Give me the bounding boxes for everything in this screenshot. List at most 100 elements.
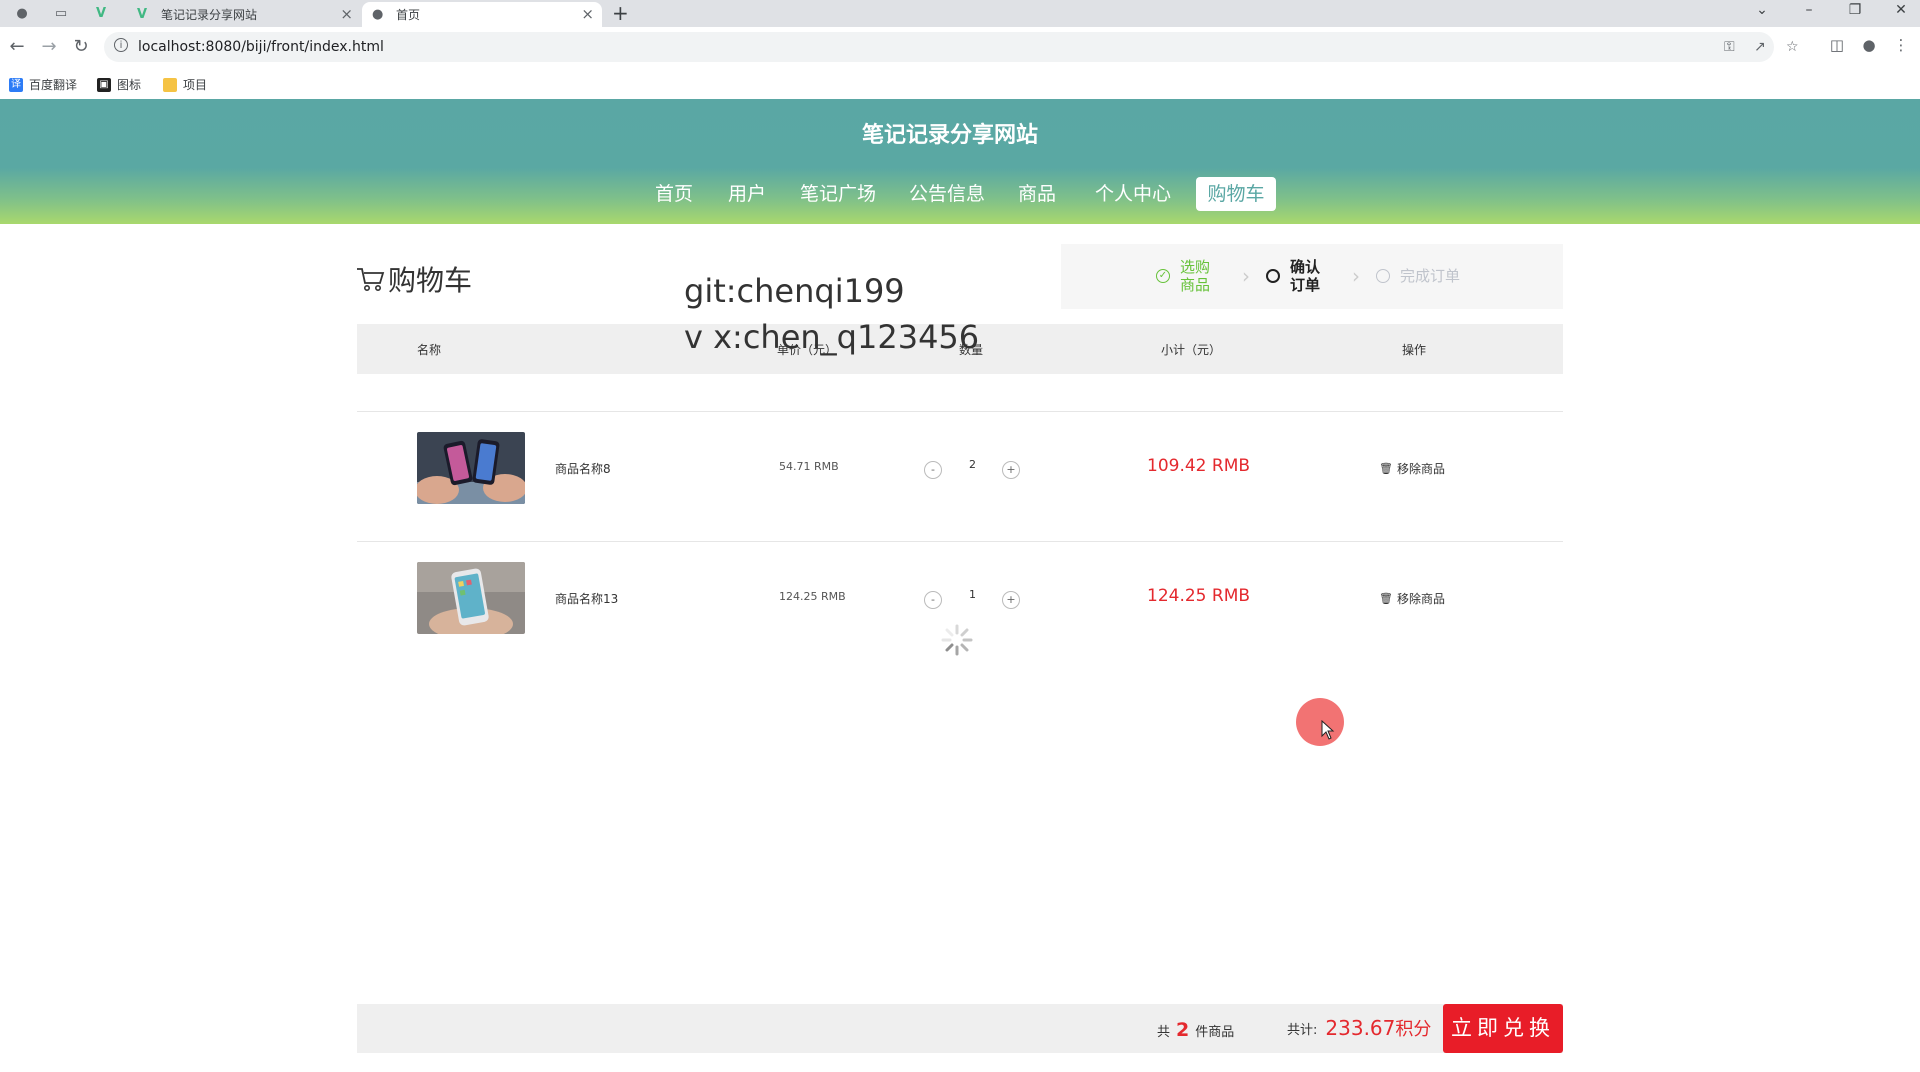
reload-icon[interactable]: ↻	[70, 36, 92, 57]
column-header-subtotal: 小计（元）	[1161, 343, 1222, 357]
product-name[interactable]: 商品名称8	[555, 460, 611, 477]
key-icon[interactable]: ⚿	[1724, 39, 1735, 55]
increase-qty-button[interactable]: +	[1002, 461, 1020, 479]
cart-icon	[357, 268, 385, 291]
menu-item-products[interactable]: 商品	[1008, 177, 1066, 211]
product-image[interactable]	[417, 432, 525, 504]
menu-item-profile[interactable]: 个人中心	[1085, 177, 1181, 211]
bookmark-item[interactable]: 译 百度翻译	[9, 76, 77, 93]
unit-price: 124.25 RMB	[779, 590, 846, 603]
bookmark-item[interactable]: ▣ 图标	[97, 76, 141, 93]
circle-icon	[1376, 269, 1390, 283]
blank-tab-icon[interactable]: ▭	[52, 4, 70, 22]
minimize-button[interactable]: –	[1797, 2, 1821, 18]
loading-spinner-icon	[941, 624, 973, 656]
browser-tab-bar: ● ▭ V V 笔记记录分享网站 × ● 首页 × + ⌄ – ❐ ✕	[0, 0, 1920, 27]
mouse-cursor-icon	[1321, 720, 1335, 740]
bookmarks-bar: 译 百度翻译 ▣ 图标 项目	[0, 68, 1920, 100]
bookmark-label: 项目	[183, 78, 208, 92]
total-unit: 积分	[1395, 1019, 1432, 1040]
product-name[interactable]: 商品名称13	[555, 590, 618, 607]
globe-icon: ●	[372, 7, 384, 22]
column-header-actions: 操作	[1402, 343, 1427, 357]
item-count: 共 2 件商品	[1157, 1019, 1234, 1041]
trash-icon: 🗑	[1379, 592, 1393, 605]
redeem-now-button[interactable]: 立即兑换	[1443, 1004, 1563, 1053]
remove-item-button[interactable]: 🗑 移除商品	[1379, 590, 1445, 607]
restore-button[interactable]: ❐	[1843, 2, 1867, 18]
address-bar[interactable]: i localhost:8080/biji/front/index.html ⚿…	[104, 32, 1799, 62]
quantity-value: 2	[969, 458, 976, 471]
tab-title: 首页	[396, 8, 421, 22]
menu-item-home[interactable]: 首页	[645, 177, 703, 211]
watermark-line: git:chenqi199	[684, 272, 905, 310]
translate-icon: 译	[9, 77, 23, 92]
subtotal: 109.42 RMB	[1147, 456, 1251, 476]
page-title: 购物车	[356, 259, 472, 299]
bookmark-item[interactable]: 项目	[163, 76, 207, 93]
browser-tab[interactable]: V 笔记记录分享网站 ×	[127, 2, 361, 27]
remove-item-button[interactable]: 🗑 移除商品	[1379, 460, 1445, 477]
image-icon: ▣	[97, 77, 111, 92]
step-label: 订单	[1290, 276, 1321, 294]
decrease-qty-button[interactable]: -	[924, 461, 942, 479]
total-value: 233.67积分	[1325, 1015, 1431, 1041]
main-menu: 首页 用户 笔记广场 公告信息 商品 个人中心 购物车	[0, 177, 1920, 211]
step-complete-order: 完成订单	[1376, 267, 1460, 285]
vue-logo-icon: V	[137, 7, 148, 22]
unit-price: 54.71 RMB	[779, 460, 839, 473]
tab-search-icon[interactable]: ⌄	[1750, 2, 1774, 18]
step-label: 完成订单	[1400, 267, 1461, 285]
remove-label: 移除商品	[1396, 462, 1445, 476]
folder-icon	[163, 77, 177, 92]
step-label: 商品	[1180, 276, 1211, 294]
share-icon[interactable]: ↗	[1754, 39, 1766, 55]
cart-summary-bar: 共 2 件商品 共计: 233.67积分 立即兑换	[357, 1004, 1563, 1053]
url-text: localhost:8080/biji/front/index.html	[138, 39, 384, 55]
order-steps: ✓ 选购 商品 › 确认 订单 › 完成订单	[1061, 244, 1563, 309]
menu-item-notes[interactable]: 笔记广场	[790, 177, 886, 211]
more-menu-icon[interactable]: ⋮	[1890, 36, 1912, 54]
menu-item-cart[interactable]: 购物车	[1196, 177, 1276, 211]
menu-item-users[interactable]: 用户	[718, 177, 776, 211]
remove-label: 移除商品	[1396, 592, 1445, 606]
decrease-qty-button[interactable]: -	[924, 591, 942, 609]
side-panel-icon[interactable]: ◫	[1826, 36, 1848, 54]
close-window-button[interactable]: ✕	[1889, 2, 1913, 18]
profile-icon[interactable]: ●	[1858, 36, 1880, 54]
step-label: 确认	[1290, 258, 1321, 276]
chevron-right-icon: ›	[1352, 264, 1360, 288]
trash-icon: 🗑	[1379, 462, 1393, 475]
bookmark-label: 百度翻译	[29, 78, 78, 92]
count-number: 2	[1176, 1019, 1190, 1041]
subtotal: 124.25 RMB	[1147, 586, 1251, 606]
table-row: 商品名称8 54.71 RMB - 2 + 109.42 RMB 🗑 移除商品	[357, 412, 1563, 540]
total-amount: 共计: 233.67积分	[1287, 1015, 1431, 1041]
site-title: 笔记记录分享网站	[861, 123, 1038, 148]
tab-title: 笔记记录分享网站	[161, 8, 258, 22]
globe-icon[interactable]: ●	[13, 4, 31, 22]
site-header: 笔记记录分享网站 首页 用户 笔记广场 公告信息 商品 个人中心 购物车	[0, 99, 1920, 224]
browser-toolbar: ← → ↻ i localhost:8080/biji/front/index.…	[0, 27, 1920, 68]
star-icon[interactable]: ☆	[1786, 39, 1799, 55]
circle-icon	[1266, 269, 1280, 283]
check-circle-icon: ✓	[1156, 269, 1170, 283]
cursor-highlight	[1296, 698, 1344, 746]
forward-arrow-icon[interactable]: →	[38, 36, 60, 57]
increase-qty-button[interactable]: +	[1002, 591, 1020, 609]
step-label: 选购	[1180, 258, 1211, 276]
menu-item-announcements[interactable]: 公告信息	[899, 177, 995, 211]
close-icon[interactable]: ×	[340, 5, 353, 23]
vue-logo-icon[interactable]: V	[92, 4, 110, 22]
browser-tab-active[interactable]: ● 首页 ×	[362, 2, 602, 27]
close-icon[interactable]: ×	[581, 5, 594, 23]
step-select-goods: ✓ 选购 商品	[1156, 258, 1210, 294]
total-number: 233.67	[1325, 1016, 1396, 1040]
info-icon[interactable]: i	[114, 38, 128, 52]
product-image[interactable]	[417, 562, 525, 634]
page-title-text: 购物车	[388, 264, 473, 297]
chevron-right-icon: ›	[1242, 264, 1250, 288]
back-arrow-icon[interactable]: ←	[6, 36, 28, 57]
column-header-name: 名称	[417, 343, 442, 357]
new-tab-button[interactable]: +	[612, 1, 629, 25]
